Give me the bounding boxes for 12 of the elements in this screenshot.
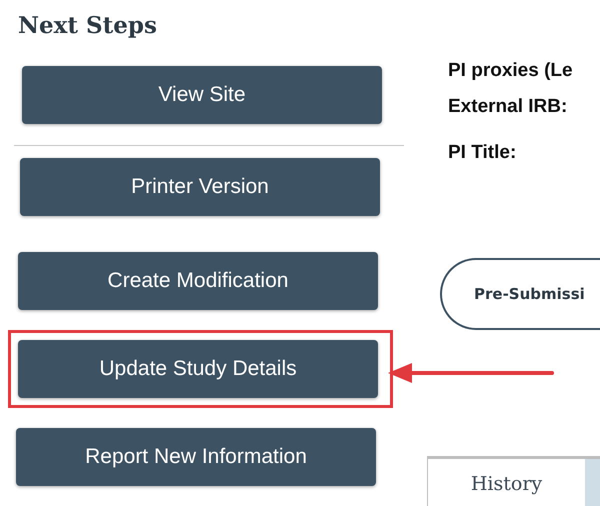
- state-pill: Pre-Submissi: [440, 258, 600, 330]
- section-heading: Next Steps: [18, 11, 158, 41]
- action-button[interactable]: Printer Version: [20, 158, 380, 216]
- field-label: External IRB:: [448, 96, 568, 119]
- action-button[interactable]: View Site: [22, 66, 382, 124]
- tab[interactable]: History: [427, 456, 585, 506]
- field-label: PI Title:: [448, 142, 518, 165]
- action-button[interactable]: Update Study Details: [18, 340, 378, 398]
- action-button[interactable]: Report New Information: [16, 428, 376, 486]
- tab[interactable]: [585, 456, 600, 506]
- action-button[interactable]: Create Modification: [18, 252, 378, 310]
- field-label: PI proxies (Le: [448, 60, 574, 83]
